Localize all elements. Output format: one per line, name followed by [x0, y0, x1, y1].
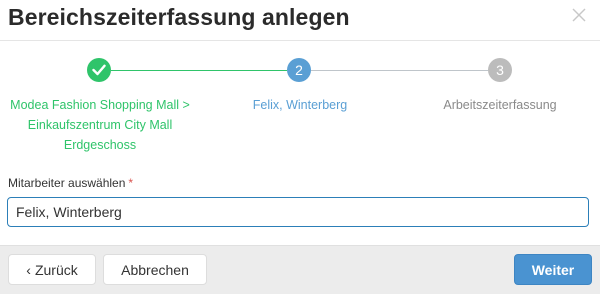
step-1-label-line: Modea Fashion Shopping Mall > — [10, 98, 190, 112]
dialog: Bereichszeiterfassung anlegen 2 3 Modea … — [0, 0, 600, 294]
dialog-header: Bereichszeiterfassung anlegen — [0, 0, 600, 41]
wizard-steps: 2 3 Modea Fashion Shopping Mall > Einkau… — [0, 58, 600, 158]
step-connector-pending — [311, 70, 488, 71]
chevron-left-icon: ‹ — [26, 262, 31, 278]
step-connector-completed — [111, 70, 287, 71]
step-3-circle: 3 — [488, 58, 512, 82]
employee-label-text: Mitarbeiter auswählen — [8, 176, 126, 190]
step-2-label: Felix, Winterberg — [252, 98, 348, 112]
next-button[interactable]: Weiter — [514, 254, 592, 285]
step-1-label-line: Einkaufszentrum City Mall — [27, 118, 173, 132]
employee-field-label: Mitarbeiter auswählen * — [8, 176, 133, 190]
required-marker: * — [128, 176, 134, 190]
dialog-footer: ‹ Zurück Abbrechen Weiter — [0, 245, 600, 294]
employee-input[interactable] — [7, 197, 589, 227]
back-button[interactable]: ‹ Zurück — [8, 254, 96, 285]
step-1-circle — [87, 58, 111, 82]
dialog-title: Bereichszeiterfassung anlegen — [8, 4, 350, 30]
step-1-label-line: Erdgeschoss — [63, 138, 137, 152]
checkmark-icon — [92, 64, 106, 76]
step-3-label: Arbeitszeiterfassung — [443, 98, 557, 112]
cancel-button[interactable]: Abbrechen — [103, 254, 207, 285]
step-2-circle: 2 — [287, 58, 311, 82]
close-icon[interactable] — [570, 6, 590, 26]
back-button-label: Zurück — [34, 262, 78, 278]
step-1-label: Modea Fashion Shopping Mall > Einkaufsze… — [0, 95, 200, 155]
